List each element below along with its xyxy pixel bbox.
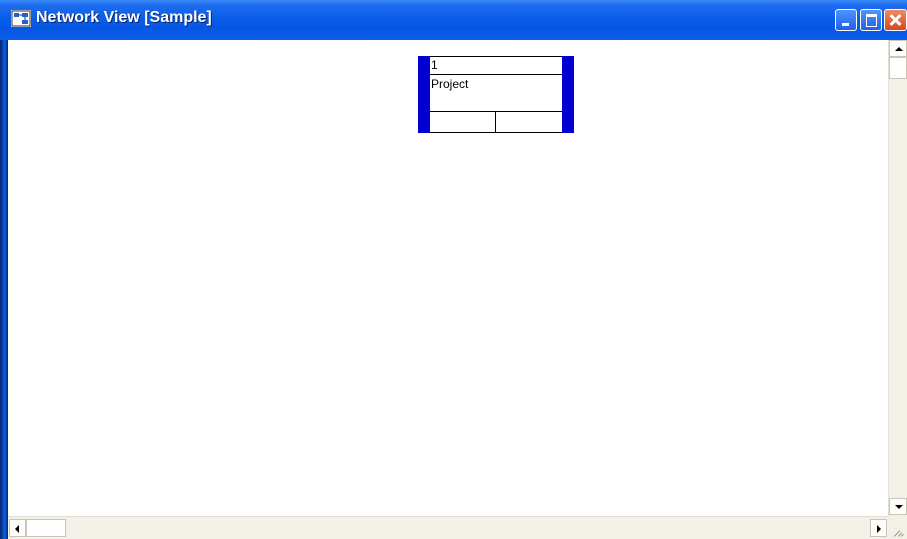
arrow-left-icon (15, 525, 19, 533)
node-divider-vertical (495, 111, 496, 133)
maximize-icon[interactable] (860, 9, 882, 31)
title-bar[interactable]: Network View [Sample] (0, 0, 907, 40)
node-right-bar (562, 56, 574, 133)
arrow-down-icon (895, 505, 903, 509)
close-icon[interactable] (884, 9, 907, 31)
node-id: 1 (431, 58, 438, 72)
scroll-up-button[interactable] (889, 40, 907, 57)
window-frame-left (0, 40, 8, 539)
network-view-window: Network View [Sample] 1 Project (0, 0, 907, 539)
horizontal-scroll-thumb[interactable] (26, 519, 66, 537)
node-divider-bottom (430, 111, 562, 112)
resize-grip-icon[interactable] (888, 516, 907, 539)
scroll-down-button[interactable] (889, 498, 907, 515)
minimize-icon[interactable] (835, 9, 857, 31)
node-divider-top (430, 74, 562, 75)
node-body: 1 Project (430, 56, 562, 133)
arrow-right-icon (877, 525, 881, 533)
node-left-bar (418, 56, 430, 133)
arrow-up-icon (895, 47, 903, 51)
horizontal-scrollbar[interactable] (8, 516, 888, 539)
vertical-scrollbar[interactable] (888, 40, 907, 516)
node-name: Project (431, 77, 469, 91)
scroll-right-button[interactable] (870, 519, 887, 537)
scroll-left-button[interactable] (9, 519, 26, 537)
window-title: Network View [Sample] (36, 9, 212, 26)
network-view-canvas[interactable]: 1 Project (8, 40, 888, 516)
network-view-app-icon (11, 10, 31, 27)
network-node-box[interactable]: 1 Project (418, 56, 574, 133)
vertical-scroll-thumb[interactable] (889, 57, 907, 79)
